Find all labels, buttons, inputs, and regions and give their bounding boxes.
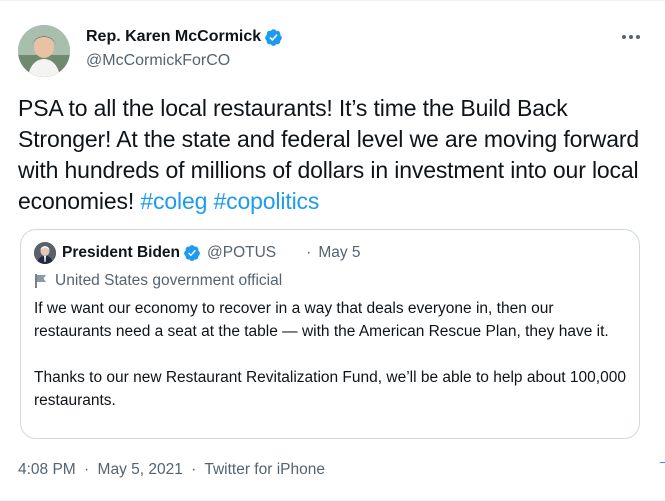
quoted-author-name: President Biden: [62, 244, 180, 261]
quoted-author-avatar: [34, 242, 56, 264]
government-label[interactable]: United States government official: [34, 271, 282, 291]
quoted-tweet-card[interactable]: President Biden @POTUS · May 5 United St…: [20, 229, 640, 439]
edge-mark: [660, 462, 665, 463]
tweet-metadata: 4:08 PM · May 5, 2021 · Twitter for iPho…: [18, 460, 325, 480]
hashtag-link[interactable]: #copolitics: [214, 188, 320, 214]
quoted-tweet-header: President Biden @POTUS · May 5: [62, 243, 361, 263]
quoted-tweet-date: May 5: [318, 244, 361, 261]
flag-icon: [34, 273, 48, 289]
author-name-text[interactable]: Rep. Karen McCormick: [86, 27, 261, 47]
quoted-tweet-paragraph: Thanks to our new Restaurant Revitalizat…: [34, 369, 626, 409]
government-label-text[interactable]: United States government official: [55, 271, 282, 291]
top-divider: [0, 0, 665, 1]
more-horizontal-icon[interactable]: [617, 27, 645, 47]
author-handle[interactable]: @McCormickForCO: [86, 51, 230, 71]
hashtag-link[interactable]: #coleg: [140, 188, 207, 214]
tweet-source-link[interactable]: Twitter for iPhone: [204, 461, 325, 478]
separator-dot: ·: [191, 461, 197, 478]
quoted-author-handle: @POTUS: [207, 244, 277, 261]
tweet-text: PSA to all the local restaurants! It’s t…: [18, 93, 653, 217]
tweet-timestamp[interactable]: 4:08 PM: [18, 461, 76, 478]
quoted-tweet-paragraph: If we want our economy to recover in a w…: [34, 300, 609, 340]
tweet-text-main: PSA to all the local restaurants! It’s t…: [18, 95, 639, 214]
author-avatar[interactable]: [18, 25, 70, 77]
separator-dot: ·: [84, 461, 90, 478]
author-name[interactable]: Rep. Karen McCormick: [86, 27, 283, 47]
tweet-date[interactable]: May 5, 2021: [98, 461, 183, 478]
quoted-tweet-text: If we want our economy to recover in a w…: [34, 297, 626, 435]
verified-badge-icon: [183, 244, 201, 262]
separator-dot: ·: [306, 244, 312, 261]
verified-badge-icon: [264, 28, 283, 47]
